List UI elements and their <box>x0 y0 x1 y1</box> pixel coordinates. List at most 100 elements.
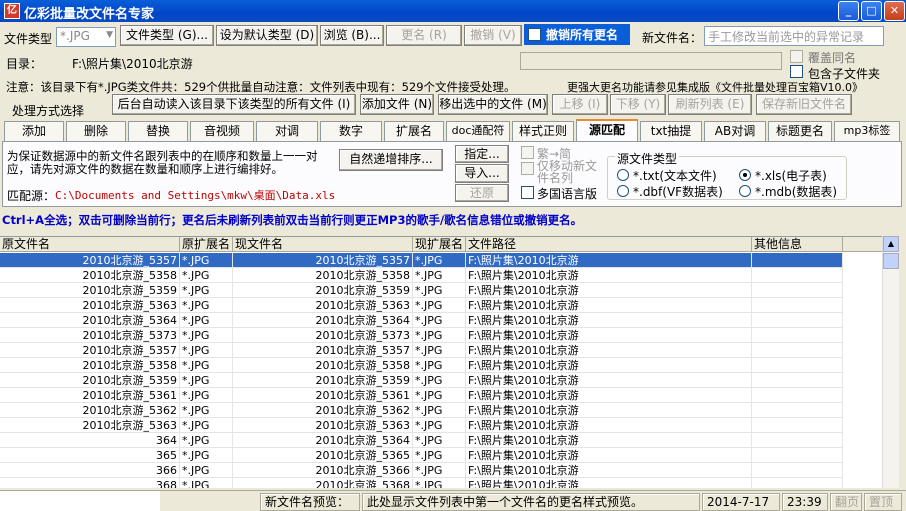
move-down-button[interactable]: 下移 (Y) <box>610 94 666 115</box>
vertical-scrollbar[interactable]: ▲ <box>882 236 899 488</box>
cell-path: F:\照片集\2010北京游 <box>466 403 752 418</box>
browse-button[interactable]: 浏览 (B)... <box>320 25 384 46</box>
col-header-orig-ext[interactable]: 原扩展名 <box>180 237 233 252</box>
cell-path: F:\照片集\2010北京游 <box>466 358 752 373</box>
tab-title-rename[interactable]: 标题更名 <box>768 121 832 141</box>
radio-mdb[interactable] <box>739 185 751 197</box>
specify-button[interactable]: 指定... <box>455 145 509 163</box>
rename-button[interactable]: 更名 (R) <box>386 25 462 46</box>
tab-delete[interactable]: 删除 <box>66 121 126 141</box>
cell-oext: *.JPG <box>180 268 233 283</box>
preview-label: 新文件名预览： <box>260 493 360 511</box>
cell-cext: *.JPG <box>413 253 466 268</box>
undo-all-toggle[interactable]: 撤销所有更名 <box>524 24 630 45</box>
cell-other <box>752 373 843 388</box>
table-row[interactable]: 368 *.JPG 2010北京游_5368 *.JPG F:\照片集\2010北京游 <box>0 478 843 488</box>
cell-cur: 2010北京游_5359 <box>233 283 413 298</box>
cell-cext: *.JPG <box>413 313 466 328</box>
radio-xls-label: *.xls(电子表) <box>755 169 827 183</box>
status-blank <box>0 491 160 511</box>
cell-orig: 2010北京游_5357 <box>0 253 180 268</box>
maximize-button[interactable]: □ <box>861 1 882 21</box>
restore-button[interactable]: 还原 <box>455 184 509 202</box>
natural-sort-button[interactable]: 自然递增排序... <box>339 149 443 171</box>
title-bar: 亿 亿彩批量改文件名专家 _ □ ✕ <box>0 0 906 22</box>
tab-add[interactable]: 添加 <box>4 121 64 141</box>
col-header-cur-name[interactable]: 现文件名 <box>233 237 413 252</box>
new-name-input[interactable]: 手工修改当前选中的异常记录 <box>704 26 884 46</box>
table-row[interactable]: 2010北京游_5363 *.JPG 2010北京游_5363 *.JPG F:\照片集… <box>0 298 843 313</box>
remove-file-button[interactable]: 移出选中的文件 (M) <box>438 94 548 115</box>
table-row[interactable]: 2010北京游_5364 *.JPG 2010北京游_5364 *.JPG F:\照片集… <box>0 313 843 328</box>
col-header-path[interactable]: 文件路径 <box>466 237 752 252</box>
include-sub-checkbox[interactable] <box>790 65 803 78</box>
top-button[interactable]: 置顶 <box>864 493 902 511</box>
method-label: 处理方式选择 <box>12 104 85 118</box>
table-row[interactable]: 366 *.JPG 2010北京游_5366 *.JPG F:\照片集\2010北京游 <box>0 463 843 478</box>
col-header-other[interactable]: 其他信息 <box>752 237 843 252</box>
move-only-checkbox[interactable] <box>521 162 534 175</box>
set-default-type-button[interactable]: 设为默认类型 (D) <box>216 25 318 46</box>
cell-cext: *.JPG <box>413 268 466 283</box>
file-type-select[interactable]: *.JPG ▼ <box>56 27 116 47</box>
cell-path: F:\照片集\2010北京游 <box>466 463 752 478</box>
simp-checkbox[interactable] <box>521 146 534 159</box>
tab-ext[interactable]: 扩展名 <box>384 121 444 141</box>
tab-replace[interactable]: 替换 <box>128 121 188 141</box>
cell-oext: *.JPG <box>180 313 233 328</box>
move-up-button[interactable]: 上移 (I) <box>552 94 608 115</box>
cell-cur: 2010北京游_5363 <box>233 418 413 433</box>
cell-orig: 2010北京游_5359 <box>0 373 180 388</box>
table-row[interactable]: 2010北京游_5358 *.JPG 2010北京游_5358 *.JPG F:\照片集… <box>0 358 843 373</box>
radio-dbf[interactable] <box>617 185 629 197</box>
tab-swap[interactable]: 对调 <box>256 121 318 141</box>
tab-source-match[interactable]: 源匹配 <box>576 119 638 142</box>
col-header-filler <box>843 237 882 252</box>
scroll-thumb[interactable] <box>883 253 899 269</box>
add-file-button[interactable]: 添加文件 (N) <box>360 94 434 115</box>
table-row[interactable]: 2010北京游_5361 *.JPG 2010北京游_5361 *.JPG F:\照片集… <box>0 388 843 403</box>
col-header-orig-name[interactable]: 原文件名 <box>0 237 180 252</box>
tab-txt-extract[interactable]: txt抽提 <box>640 121 702 141</box>
table-row[interactable]: 2010北京游_5359 *.JPG 2010北京游_5359 *.JPG F:\照片集… <box>0 373 843 388</box>
match-src-path: C:\Documents and Settings\mkw\桌面\Data.xl… <box>55 189 336 202</box>
import-button[interactable]: 导入... <box>455 164 509 183</box>
cell-cur: 2010北京游_5358 <box>233 358 413 373</box>
table-row[interactable]: 365 *.JPG 2010北京游_5365 *.JPG F:\照片集\2010北京游 <box>0 448 843 463</box>
close-button[interactable]: ✕ <box>884 1 905 21</box>
radio-xls[interactable] <box>739 169 751 181</box>
col-header-cur-ext[interactable]: 现扩展名 <box>413 237 466 252</box>
cell-other <box>752 388 843 403</box>
table-row[interactable]: 2010北京游_5363 *.JPG 2010北京游_5363 *.JPG F:\照片集… <box>0 418 843 433</box>
file-table[interactable]: 原文件名 原扩展名 现文件名 现扩展名 文件路径 其他信息 2010北京游_53… <box>0 236 882 488</box>
radio-txt[interactable] <box>617 169 629 181</box>
overwrite-checkbox[interactable] <box>790 50 803 63</box>
tab-mp3-tag[interactable]: mp3标签 <box>834 121 900 141</box>
save-names-button[interactable]: 保存新旧文件名 <box>756 94 852 115</box>
minimize-button[interactable]: _ <box>838 1 859 21</box>
refresh-list-button[interactable]: 刷新列表 (E) <box>668 94 752 115</box>
cell-orig: 2010北京游_5373 <box>0 328 180 343</box>
table-row[interactable]: 2010北京游_5362 *.JPG 2010北京游_5362 *.JPG F:\照片集… <box>0 403 843 418</box>
cell-cext: *.JPG <box>413 328 466 343</box>
table-row[interactable]: 2010北京游_5358 *.JPG 2010北京游_5358 *.JPG F:\照片集… <box>0 268 843 283</box>
auto-load-button[interactable]: 后台自动读入该目录下该类型的所有文件 (I) <box>112 94 356 115</box>
scroll-up-icon[interactable]: ▲ <box>883 236 899 252</box>
table-row[interactable]: 364 *.JPG 2010北京游_5364 *.JPG F:\照片集\2010北京游 <box>0 433 843 448</box>
tab-av[interactable]: 音视频 <box>190 121 254 141</box>
tab-number[interactable]: 数字 <box>320 121 382 141</box>
cell-other <box>752 343 843 358</box>
undo-button[interactable]: 撤销 (V) <box>464 25 522 46</box>
tab-regex[interactable]: 样式正则 <box>512 121 574 141</box>
page-button[interactable]: 翻页 <box>830 493 862 511</box>
table-row[interactable]: 2010北京游_5373 *.JPG 2010北京游_5373 *.JPG F:\照片集… <box>0 328 843 343</box>
table-row[interactable]: 2010北京游_5359 *.JPG 2010北京游_5359 *.JPG F:\照片集… <box>0 283 843 298</box>
table-row[interactable]: 2010北京游_5357 *.JPG 2010北京游_5357 *.JPG F:\照片集… <box>0 343 843 358</box>
undo-all-checkbox[interactable] <box>528 28 541 41</box>
tab-doc-wildcard[interactable]: doc通配符 <box>446 121 510 141</box>
dir-label: 目录： <box>6 57 43 71</box>
file-type-button[interactable]: 文件类型 (G)... <box>120 25 214 46</box>
table-row[interactable]: 2010北京游_5357 *.JPG 2010北京游_5357 *.JPG F:\照片集… <box>0 253 843 268</box>
tab-ab-swap[interactable]: AB对调 <box>704 121 766 141</box>
multi-lang-checkbox[interactable] <box>521 186 534 199</box>
